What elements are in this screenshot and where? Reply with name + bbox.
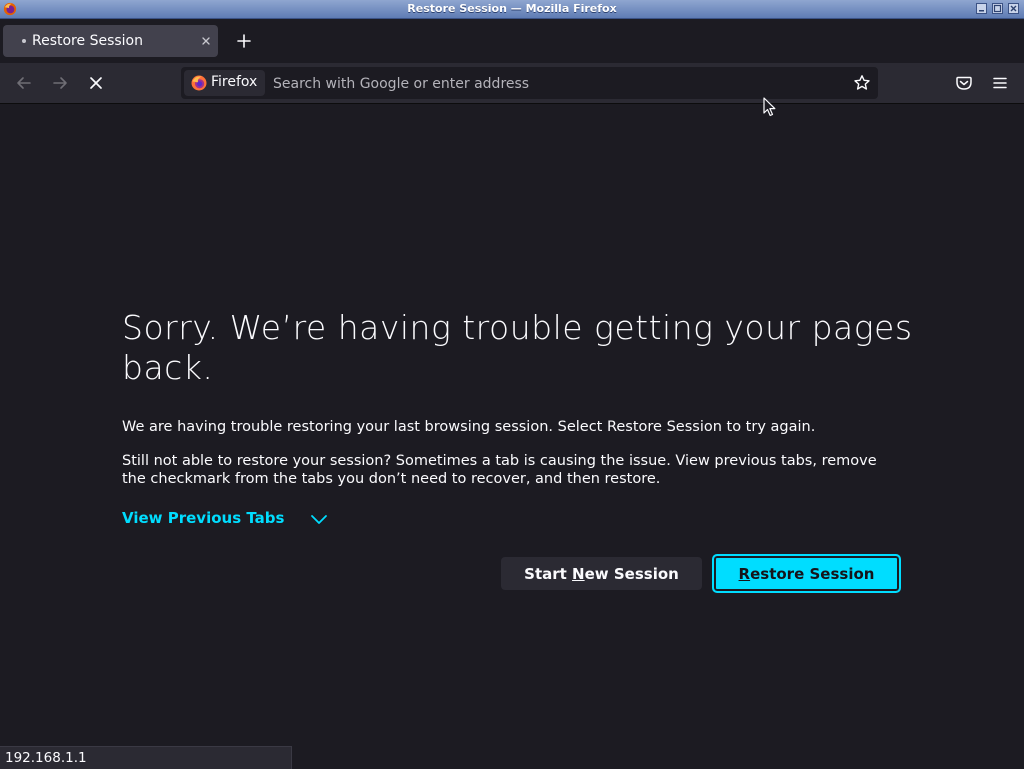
close-window-button[interactable] xyxy=(1008,3,1019,14)
tab-restore-session[interactable]: Restore Session xyxy=(3,25,218,57)
start-new-session-label-pre: Start xyxy=(524,564,573,583)
view-previous-tabs-link[interactable]: View Previous Tabs xyxy=(122,509,284,529)
start-new-session-button[interactable]: Start New Session xyxy=(501,557,702,590)
minimize-window-button[interactable] xyxy=(976,3,987,14)
stop-x-icon[interactable] xyxy=(86,73,106,93)
restore-session-button[interactable]: Restore Session xyxy=(712,554,901,593)
tab-label: Restore Session xyxy=(32,33,143,49)
star-icon[interactable] xyxy=(853,74,871,92)
description-paragraph: We are having trouble restoring your las… xyxy=(122,419,816,435)
window-title: Restore Session — Mozilla Firefox xyxy=(407,2,617,15)
tab-strip: Restore Session xyxy=(0,19,1024,63)
navigation-toolbar: Firefox xyxy=(0,63,1024,104)
close-icon[interactable] xyxy=(199,34,213,48)
hamburger-menu-icon[interactable] xyxy=(990,73,1010,93)
help-paragraph: Still not able to restore your session? … xyxy=(122,453,877,487)
page-content: Sorry. We’re having trouble getting your… xyxy=(0,104,1024,768)
identity-label: Firefox xyxy=(211,74,258,90)
status-panel: 192.168.1.1 xyxy=(0,746,292,769)
page-title: Sorry. We’re having trouble getting your… xyxy=(122,308,913,387)
restore-session-label-post: estore Session xyxy=(750,564,875,583)
url-input[interactable] xyxy=(273,74,833,94)
identity-box[interactable]: Firefox xyxy=(184,70,265,96)
window-title-bar: Restore Session — Mozilla Firefox xyxy=(0,0,1024,19)
back-arrow-icon[interactable] xyxy=(14,73,34,93)
firefox-logo-icon xyxy=(191,75,207,91)
plus-icon[interactable] xyxy=(234,31,254,51)
maximize-window-button[interactable] xyxy=(992,3,1003,14)
status-text: 192.168.1.1 xyxy=(5,750,87,766)
start-new-session-label-post: ew Session xyxy=(584,564,679,583)
chevron-down-icon[interactable] xyxy=(310,511,328,527)
forward-arrow-icon[interactable] xyxy=(50,73,70,93)
url-bar[interactable]: Firefox xyxy=(181,67,878,99)
mouse-pointer-icon xyxy=(763,97,776,117)
restore-session-accesskey: R xyxy=(738,564,751,583)
tab-loading-indicator xyxy=(22,39,26,43)
pocket-icon[interactable] xyxy=(954,73,974,93)
start-new-session-accesskey: N xyxy=(572,564,585,583)
